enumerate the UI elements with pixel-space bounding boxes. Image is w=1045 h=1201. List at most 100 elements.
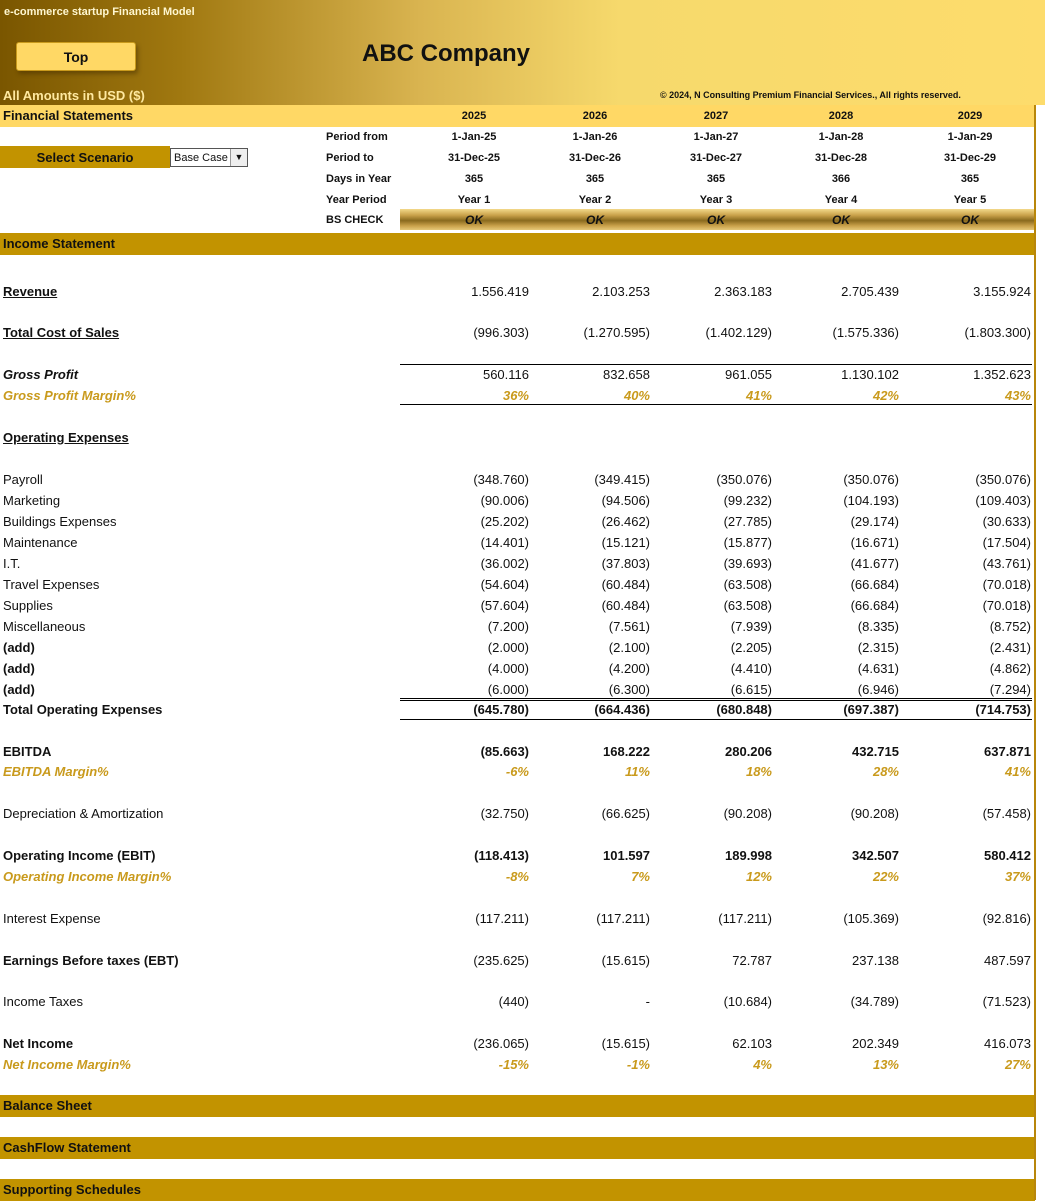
row-value: 487.597 xyxy=(984,953,1031,968)
period-value: 1-Jan-25 xyxy=(451,131,497,143)
row-label: I.T. xyxy=(3,556,21,571)
row-value: 342.507 xyxy=(852,848,899,863)
year-header: 2025 xyxy=(461,110,487,122)
row-value: (7.939) xyxy=(730,619,772,634)
row-value: 1.352.623 xyxy=(973,367,1031,382)
period-value: 365 xyxy=(585,173,605,185)
row-value: (17.504) xyxy=(982,535,1031,550)
row-label: (add) xyxy=(3,640,35,655)
taxes-row: Income Taxes (440) - (10.684) (34.789) (71.52… xyxy=(0,991,1035,1012)
period-value: Year 2 xyxy=(578,194,612,206)
select-scenario-button[interactable]: Select Scenario xyxy=(0,146,170,168)
cashflow-header[interactable]: CashFlow Statement xyxy=(0,1137,1035,1159)
opex-row: (add) (4.000) (4.200) (4.410) (4.631) (4.862) xyxy=(0,658,1035,679)
sheet-right-border xyxy=(1034,105,1036,1200)
period-value: 366 xyxy=(831,173,851,185)
row-label: (add) xyxy=(3,661,35,676)
row-value: 202.349 xyxy=(852,1036,899,1051)
row-value: (350.076) xyxy=(843,472,899,487)
period-row-label: Period from xyxy=(326,131,388,143)
period-value: 1-Jan-26 xyxy=(572,131,618,143)
opex-row: Supplies (57.604) (60.484) (63.508) (66.684)… xyxy=(0,595,1035,616)
row-value: -8% xyxy=(505,869,529,884)
row-label: (add) xyxy=(3,682,35,697)
row-value: 42% xyxy=(872,388,899,403)
row-value: (60.484) xyxy=(601,577,650,592)
row-value: (14.401) xyxy=(480,535,529,550)
row-value: (30.633) xyxy=(982,514,1031,529)
period-value: 31-Dec-29 xyxy=(944,152,996,164)
opex-row: Maintenance (14.401) (15.121) (15.877) (16.6… xyxy=(0,532,1035,553)
row-value: (70.018) xyxy=(982,577,1031,592)
row-value: 280.206 xyxy=(725,744,772,759)
cost-of-sales-row: Total Cost of Sales (996.303) (1.270.595) (… xyxy=(0,322,1035,343)
chevron-down-icon[interactable]: ▼ xyxy=(230,149,247,166)
row-value: (99.232) xyxy=(723,493,772,508)
net-income-margin-row: Net Income Margin% -15% -1% 4% 13% 27% xyxy=(0,1054,1035,1075)
row-value: (6.946) xyxy=(857,682,899,697)
row-value: (85.663) xyxy=(480,744,529,759)
row-value: (2.000) xyxy=(487,640,529,655)
period-row-label: Period to xyxy=(326,152,374,164)
row-value: (63.508) xyxy=(723,598,772,613)
ebitda-margin-row: EBITDA Margin% -6% 11% 18% 28% 41% xyxy=(0,761,1035,782)
period-row-label: Year Period xyxy=(326,194,387,206)
row-label: Total Operating Expenses xyxy=(3,702,163,717)
row-label: Depreciation & Amortization xyxy=(3,806,164,821)
row-value: (15.615) xyxy=(601,953,650,968)
gross-margin-rule xyxy=(400,404,1032,405)
income-statement-header[interactable]: Income Statement xyxy=(0,233,1035,255)
row-value: (41.677) xyxy=(850,556,899,571)
row-value: (104.193) xyxy=(843,493,899,508)
top-button[interactable]: Top xyxy=(16,42,136,71)
scenario-dropdown[interactable]: Base Case ▼ xyxy=(170,148,248,167)
period-value: 365 xyxy=(706,173,726,185)
period-value: 1-Jan-29 xyxy=(947,131,993,143)
row-value: 2.705.439 xyxy=(841,284,899,299)
row-value: (697.387) xyxy=(843,702,899,717)
row-label: Total Cost of Sales xyxy=(3,325,120,340)
row-label: Travel Expenses xyxy=(3,577,100,592)
row-value: -1% xyxy=(626,1057,650,1072)
row-value: (34.789) xyxy=(850,994,899,1009)
row-value: (7.200) xyxy=(487,619,529,634)
row-value: (90.006) xyxy=(480,493,529,508)
period-value: Year 4 xyxy=(824,194,858,206)
row-value: 41% xyxy=(1004,764,1031,779)
row-value: (66.684) xyxy=(850,577,899,592)
row-label: Miscellaneous xyxy=(3,619,86,634)
period-value: 31-Dec-25 xyxy=(448,152,500,164)
row-value: (92.816) xyxy=(982,911,1031,926)
row-value: (15.615) xyxy=(601,1036,650,1051)
scenario-value: Base Case xyxy=(174,152,228,164)
row-value: (4.000) xyxy=(487,661,529,676)
row-label: Net Income Margin% xyxy=(3,1057,131,1072)
period-value: 365 xyxy=(960,173,980,185)
row-value: 637.871 xyxy=(984,744,1031,759)
opex-row: Marketing (90.006) (94.506) (99.232) (104.19… xyxy=(0,490,1035,511)
row-label: Marketing xyxy=(3,493,61,508)
row-value: (26.462) xyxy=(601,514,650,529)
row-value: (8.335) xyxy=(857,619,899,634)
opex-row: Miscellaneous (7.200) (7.561) (7.939) (8.335… xyxy=(0,616,1035,637)
supporting-schedules-header[interactable]: Supporting Schedules xyxy=(0,1179,1035,1201)
row-value: 27% xyxy=(1004,1057,1031,1072)
row-value: 4% xyxy=(753,1057,772,1072)
row-value: (349.415) xyxy=(594,472,650,487)
opex-row: Payroll (348.760) (349.415) (350.076) (350.0… xyxy=(0,469,1035,490)
ebitda-row: EBITDA (85.663) 168.222 280.206 432.715 637.8… xyxy=(0,741,1035,762)
row-value: (16.671) xyxy=(850,535,899,550)
row-value: (4.200) xyxy=(608,661,650,676)
row-value: (236.065) xyxy=(473,1036,529,1051)
revenue-row: Revenue 1.556.419 2.103.253 2.363.183 2.705.… xyxy=(0,281,1035,302)
period-value: 31-Dec-27 xyxy=(690,152,742,164)
period-value: 1-Jan-27 xyxy=(693,131,739,143)
row-value: 40% xyxy=(623,388,650,403)
company-name: ABC Company xyxy=(362,40,531,67)
row-value: (6.615) xyxy=(730,682,772,697)
app-title: e-commerce startup Financial Model xyxy=(4,6,195,18)
balance-sheet-header[interactable]: Balance Sheet xyxy=(0,1095,1035,1117)
row-value: 2.363.183 xyxy=(714,284,772,299)
row-value: (25.202) xyxy=(480,514,529,529)
row-value: (714.753) xyxy=(975,702,1031,717)
